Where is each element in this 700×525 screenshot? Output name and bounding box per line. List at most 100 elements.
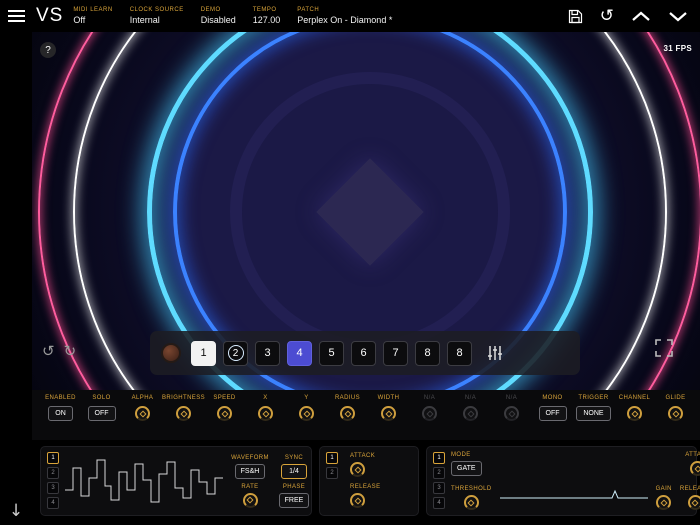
layer-color-swatch[interactable] bbox=[161, 343, 181, 363]
param-label: GLIDE bbox=[665, 395, 685, 401]
envelope-controls: ATTACK RELEASE bbox=[344, 452, 380, 510]
rate-knob[interactable] bbox=[243, 493, 258, 508]
env-release-knob[interactable] bbox=[350, 493, 365, 508]
speed-knob[interactable] bbox=[217, 406, 232, 421]
layer-button-8[interactable]: 8 bbox=[415, 341, 440, 366]
param-mono: MONO OFF bbox=[532, 395, 573, 440]
layer-button-1[interactable]: 1 bbox=[191, 341, 216, 366]
y-knob[interactable] bbox=[299, 406, 314, 421]
param-label: TRIGGER bbox=[578, 395, 608, 401]
tempo-label: TEMPO bbox=[253, 7, 281, 13]
tempo-field[interactable]: TEMPO 127.00 bbox=[253, 7, 281, 25]
layer-button-9[interactable]: 8 bbox=[447, 341, 472, 366]
help-button[interactable]: ? bbox=[40, 42, 56, 58]
history-buttons: ↺ ↻ bbox=[42, 342, 76, 360]
threshold-knob[interactable] bbox=[464, 495, 479, 510]
layer-button-3[interactable]: 3 bbox=[255, 341, 280, 366]
audio-tab-1[interactable]: 1 bbox=[433, 452, 445, 464]
param-speed: SPEED bbox=[204, 395, 245, 440]
phase-button[interactable]: FREE bbox=[279, 493, 310, 508]
audio-tab-3[interactable]: 3 bbox=[433, 482, 445, 494]
layer-button-5[interactable]: 5 bbox=[319, 341, 344, 366]
mono-button[interactable]: OFF bbox=[539, 406, 567, 421]
mode-button[interactable]: GATE bbox=[451, 461, 482, 476]
audio-attack-knob[interactable] bbox=[690, 461, 700, 476]
enabled-button[interactable]: ON bbox=[48, 406, 73, 421]
audio-tabs: 1 2 3 4 bbox=[433, 452, 445, 510]
param-radius: RADIUS bbox=[327, 395, 368, 440]
audio-tab-4[interactable]: 4 bbox=[433, 497, 445, 509]
trigger-button[interactable]: NONE bbox=[576, 406, 610, 421]
waveform-button[interactable]: FS&H bbox=[235, 464, 266, 479]
param-glide: GLIDE bbox=[655, 395, 696, 440]
patch-label: PATCH bbox=[297, 7, 392, 13]
visualizer-canvas: ? 31 FPS ↺ ↻ 1 2 3 4 5 6 7 8 8 bbox=[32, 32, 700, 390]
param-label: N/A bbox=[424, 395, 435, 401]
sync-button[interactable]: 1/4 bbox=[281, 464, 307, 479]
param-brightness: BRIGHTNESS bbox=[163, 395, 204, 440]
audio-release-knob[interactable] bbox=[688, 495, 700, 510]
demo-field[interactable]: DEMO Disabled bbox=[201, 7, 236, 25]
menu-icon[interactable] bbox=[0, 0, 32, 32]
param-label: ALPHA bbox=[132, 395, 154, 401]
undo-icon[interactable]: ↺ bbox=[600, 8, 614, 25]
gain-knob[interactable] bbox=[656, 495, 671, 510]
na-knob-2 bbox=[463, 406, 478, 421]
lfo-waveform-path bbox=[65, 460, 223, 502]
mixer-icon[interactable] bbox=[487, 345, 503, 361]
lfo-waveform-display bbox=[65, 452, 223, 510]
clock-source-value: Internal bbox=[130, 15, 184, 25]
layer-button-2[interactable]: 2 bbox=[223, 341, 248, 366]
lfo-tab-3[interactable]: 3 bbox=[47, 482, 59, 494]
patch-field[interactable]: PATCH Perplex On - Diamond * bbox=[297, 7, 392, 25]
fullscreen-icon[interactable] bbox=[654, 338, 674, 363]
param-label: SPEED bbox=[213, 395, 235, 401]
x-knob[interactable] bbox=[258, 406, 273, 421]
width-knob[interactable] bbox=[381, 406, 396, 421]
lfo-tab-2[interactable]: 2 bbox=[47, 467, 59, 479]
audio-release-label: RELEASE bbox=[680, 486, 700, 492]
param-label: CHANNEL bbox=[619, 395, 650, 401]
brightness-knob[interactable] bbox=[176, 406, 191, 421]
midi-learn-value: Off bbox=[73, 15, 112, 25]
sync-label: SYNC bbox=[285, 455, 303, 461]
undo-small-icon[interactable]: ↺ bbox=[42, 342, 55, 360]
topbar-icons: ↺ bbox=[568, 8, 688, 25]
envelope-panel: 1 2 ATTACK RELEASE bbox=[319, 446, 419, 516]
env-attack-knob[interactable] bbox=[350, 462, 365, 477]
tempo-value: 127.00 bbox=[253, 15, 281, 25]
env-tab-2[interactable]: 2 bbox=[326, 467, 338, 479]
env-tab-1[interactable]: 1 bbox=[326, 452, 338, 464]
glide-knob[interactable] bbox=[668, 406, 683, 421]
na-knob-3 bbox=[504, 406, 519, 421]
param-trigger: TRIGGER NONE bbox=[573, 395, 614, 440]
app-window: ↓ VS MIDI LEARN Off CLOCK SOURCE Interna… bbox=[0, 0, 700, 525]
na-knob-1 bbox=[422, 406, 437, 421]
mode-label: MODE bbox=[451, 452, 471, 458]
audio-tab-2[interactable]: 2 bbox=[433, 467, 445, 479]
param-label: RADIUS bbox=[335, 395, 360, 401]
audio-meter-path bbox=[500, 491, 648, 498]
param-label: MONO bbox=[542, 395, 562, 401]
midi-learn-field[interactable]: MIDI LEARN Off bbox=[73, 7, 112, 25]
layer-button-4[interactable]: 4 bbox=[287, 341, 312, 366]
scroll-down-icon[interactable]: ↓ bbox=[0, 501, 32, 521]
chevron-down-icon[interactable] bbox=[668, 11, 688, 22]
redo-small-icon[interactable]: ↻ bbox=[64, 342, 77, 360]
solo-button[interactable]: OFF bbox=[88, 406, 116, 421]
channel-knob[interactable] bbox=[627, 406, 642, 421]
param-x: X bbox=[245, 395, 286, 440]
phase-label: PHASE bbox=[283, 484, 305, 490]
lfo-tab-1[interactable]: 1 bbox=[47, 452, 59, 464]
param-label: N/A bbox=[506, 395, 517, 401]
lfo-tab-4[interactable]: 4 bbox=[47, 497, 59, 509]
chevron-up-icon[interactable] bbox=[631, 11, 651, 22]
layer-button-6[interactable]: 6 bbox=[351, 341, 376, 366]
save-icon[interactable] bbox=[568, 9, 583, 24]
param-label: ENABLED bbox=[45, 395, 76, 401]
clock-source-field[interactable]: CLOCK SOURCE Internal bbox=[130, 7, 184, 25]
radius-knob[interactable] bbox=[340, 406, 355, 421]
layer-button-7[interactable]: 7 bbox=[383, 341, 408, 366]
envelope-tabs: 1 2 bbox=[326, 452, 338, 510]
alpha-knob[interactable] bbox=[135, 406, 150, 421]
